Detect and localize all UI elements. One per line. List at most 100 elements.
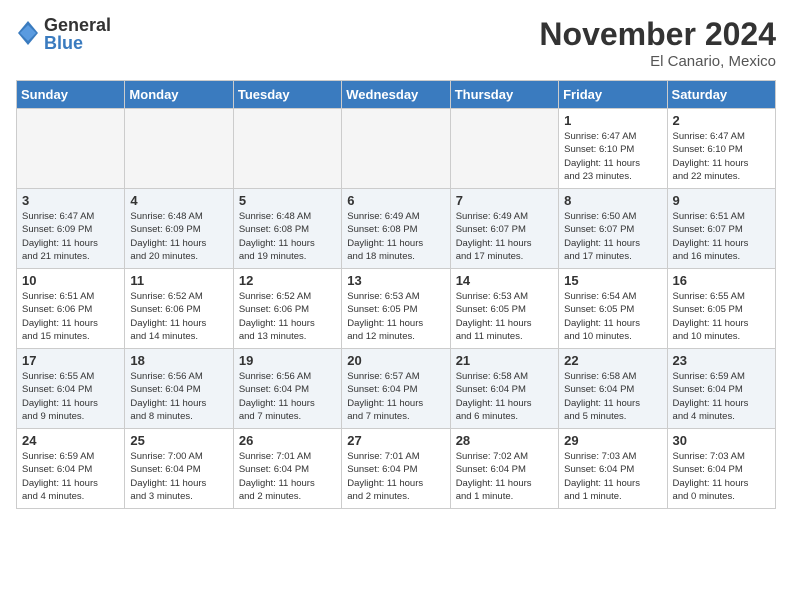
day-number: 29 [564, 433, 661, 448]
day-number: 10 [22, 273, 119, 288]
day-info: Sunrise: 7:00 AM Sunset: 6:04 PM Dayligh… [130, 450, 227, 503]
day-info: Sunrise: 6:58 AM Sunset: 6:04 PM Dayligh… [456, 370, 553, 423]
calendar-day: 6Sunrise: 6:49 AM Sunset: 6:08 PM Daylig… [342, 189, 450, 269]
day-number: 28 [456, 433, 553, 448]
calendar-day: 17 Sunrise: 6:55 AM Sunset: 6:04 PM Dayli… [17, 349, 125, 429]
logo-blue-text: Blue [44, 34, 111, 52]
calendar-header-wednesday: Wednesday [342, 81, 450, 109]
day-info: Sunrise: 6:48 AM Sunset: 6:08 PM Dayligh… [239, 210, 336, 263]
calendar-day: 14 Sunrise: 6:53 AM Sunset: 6:05 PM Dayli… [450, 269, 558, 349]
day-number: 2 [673, 113, 770, 128]
calendar-day: 13 Sunrise: 6:53 AM Sunset: 6:05 PM Dayli… [342, 269, 450, 349]
calendar-day [125, 109, 233, 189]
day-number: 24 [22, 433, 119, 448]
title-area: November 2024 El Canario, Mexico [539, 16, 776, 70]
day-number: 16 [673, 273, 770, 288]
calendar-day: 2 Sunrise: 6:47 AM Sunset: 6:10 PM Daylig… [667, 109, 775, 189]
day-number: 27 [347, 433, 444, 448]
day-number: 18 [130, 353, 227, 368]
calendar-day: 25 Sunrise: 7:00 AM Sunset: 6:04 PM Dayli… [125, 429, 233, 509]
calendar-day [17, 109, 125, 189]
logo: General Blue [16, 16, 111, 52]
day-info: Sunrise: 6:50 AM Sunset: 6:07 PM Dayligh… [564, 210, 661, 263]
day-info: Sunrise: 6:56 AM Sunset: 6:04 PM Dayligh… [239, 370, 336, 423]
calendar-day: 24 Sunrise: 6:59 AM Sunset: 6:04 PM Dayli… [17, 429, 125, 509]
calendar-day: 20Sunrise: 6:57 AM Sunset: 6:04 PM Dayli… [342, 349, 450, 429]
day-info: Sunrise: 6:52 AM Sunset: 6:06 PM Dayligh… [239, 290, 336, 343]
day-number: 26 [239, 433, 336, 448]
day-number: 14 [456, 273, 553, 288]
day-info: Sunrise: 6:53 AM Sunset: 6:05 PM Dayligh… [456, 290, 553, 343]
calendar-day: 8Sunrise: 6:50 AM Sunset: 6:07 PM Daylig… [559, 189, 667, 269]
day-info: Sunrise: 7:03 AM Sunset: 6:04 PM Dayligh… [564, 450, 661, 503]
location: El Canario, Mexico [539, 53, 776, 70]
calendar-day [450, 109, 558, 189]
day-info: Sunrise: 6:48 AM Sunset: 6:09 PM Dayligh… [130, 210, 227, 263]
calendar-week-row: 17 Sunrise: 6:55 AM Sunset: 6:04 PM Dayli… [17, 349, 776, 429]
calendar-header-thursday: Thursday [450, 81, 558, 109]
day-number: 12 [239, 273, 336, 288]
calendar-day: 21 Sunrise: 6:58 AM Sunset: 6:04 PM Dayli… [450, 349, 558, 429]
day-number: 1 [564, 113, 661, 128]
day-info: Sunrise: 6:59 AM Sunset: 6:04 PM Dayligh… [673, 370, 770, 423]
logo-general-text: General [44, 16, 111, 34]
calendar-day: 9Sunrise: 6:51 AM Sunset: 6:07 PM Daylig… [667, 189, 775, 269]
day-number: 30 [673, 433, 770, 448]
calendar-header-row: SundayMondayTuesdayWednesdayThursdayFrid… [17, 81, 776, 109]
day-info: Sunrise: 6:53 AM Sunset: 6:05 PM Dayligh… [347, 290, 444, 343]
day-number: 13 [347, 273, 444, 288]
header: General Blue November 2024 El Canario, M… [16, 16, 776, 70]
day-number: 15 [564, 273, 661, 288]
day-number: 3 [22, 193, 119, 208]
day-info: Sunrise: 7:02 AM Sunset: 6:04 PM Dayligh… [456, 450, 553, 503]
day-info: Sunrise: 6:49 AM Sunset: 6:07 PM Dayligh… [456, 210, 553, 263]
day-info: Sunrise: 6:52 AM Sunset: 6:06 PM Dayligh… [130, 290, 227, 343]
calendar-day: 23 Sunrise: 6:59 AM Sunset: 6:04 PM Dayli… [667, 349, 775, 429]
calendar-day: 30Sunrise: 7:03 AM Sunset: 6:04 PM Dayli… [667, 429, 775, 509]
calendar-day: 11 Sunrise: 6:52 AM Sunset: 6:06 PM Dayli… [125, 269, 233, 349]
calendar-week-row: 24 Sunrise: 6:59 AM Sunset: 6:04 PM Dayli… [17, 429, 776, 509]
day-number: 21 [456, 353, 553, 368]
day-info: Sunrise: 6:56 AM Sunset: 6:04 PM Dayligh… [130, 370, 227, 423]
calendar-header-friday: Friday [559, 81, 667, 109]
calendar-table: SundayMondayTuesdayWednesdayThursdayFrid… [16, 80, 776, 509]
calendar-day: 29 Sunrise: 7:03 AM Sunset: 6:04 PM Dayli… [559, 429, 667, 509]
day-number: 9 [673, 193, 770, 208]
calendar-week-row: 10 Sunrise: 6:51 AM Sunset: 6:06 PM Dayli… [17, 269, 776, 349]
day-info: Sunrise: 7:01 AM Sunset: 6:04 PM Dayligh… [347, 450, 444, 503]
day-number: 5 [239, 193, 336, 208]
calendar-day: 12 Sunrise: 6:52 AM Sunset: 6:06 PM Dayli… [233, 269, 341, 349]
calendar-header-saturday: Saturday [667, 81, 775, 109]
day-number: 7 [456, 193, 553, 208]
calendar-day: 26 Sunrise: 7:01 AM Sunset: 6:04 PM Dayli… [233, 429, 341, 509]
calendar-day: 10 Sunrise: 6:51 AM Sunset: 6:06 PM Dayli… [17, 269, 125, 349]
calendar-day: 28 Sunrise: 7:02 AM Sunset: 6:04 PM Dayli… [450, 429, 558, 509]
day-info: Sunrise: 6:57 AM Sunset: 6:04 PM Dayligh… [347, 370, 444, 423]
calendar-day: 4 Sunrise: 6:48 AM Sunset: 6:09 PM Daylig… [125, 189, 233, 269]
calendar-week-row: 3Sunrise: 6:47 AM Sunset: 6:09 PM Daylig… [17, 189, 776, 269]
day-info: Sunrise: 6:59 AM Sunset: 6:04 PM Dayligh… [22, 450, 119, 503]
day-number: 23 [673, 353, 770, 368]
day-info: Sunrise: 6:55 AM Sunset: 6:04 PM Dayligh… [22, 370, 119, 423]
day-number: 17 [22, 353, 119, 368]
calendar-header-tuesday: Tuesday [233, 81, 341, 109]
day-info: Sunrise: 7:01 AM Sunset: 6:04 PM Dayligh… [239, 450, 336, 503]
day-number: 25 [130, 433, 227, 448]
calendar-day: 27 Sunrise: 7:01 AM Sunset: 6:04 PM Dayli… [342, 429, 450, 509]
logo-text: General Blue [44, 16, 111, 52]
calendar-header-sunday: Sunday [17, 81, 125, 109]
calendar-day: 15Sunrise: 6:54 AM Sunset: 6:05 PM Dayli… [559, 269, 667, 349]
day-info: Sunrise: 6:55 AM Sunset: 6:05 PM Dayligh… [673, 290, 770, 343]
calendar-day: 16 Sunrise: 6:55 AM Sunset: 6:05 PM Dayli… [667, 269, 775, 349]
logo-icon [18, 19, 38, 49]
day-info: Sunrise: 6:58 AM Sunset: 6:04 PM Dayligh… [564, 370, 661, 423]
day-info: Sunrise: 6:51 AM Sunset: 6:06 PM Dayligh… [22, 290, 119, 343]
calendar-header-monday: Monday [125, 81, 233, 109]
day-info: Sunrise: 6:49 AM Sunset: 6:08 PM Dayligh… [347, 210, 444, 263]
calendar-day: 22Sunrise: 6:58 AM Sunset: 6:04 PM Dayli… [559, 349, 667, 429]
day-info: Sunrise: 6:47 AM Sunset: 6:10 PM Dayligh… [673, 130, 770, 183]
day-number: 11 [130, 273, 227, 288]
calendar-day: 1Sunrise: 6:47 AM Sunset: 6:10 PM Daylig… [559, 109, 667, 189]
calendar-day [342, 109, 450, 189]
day-number: 4 [130, 193, 227, 208]
